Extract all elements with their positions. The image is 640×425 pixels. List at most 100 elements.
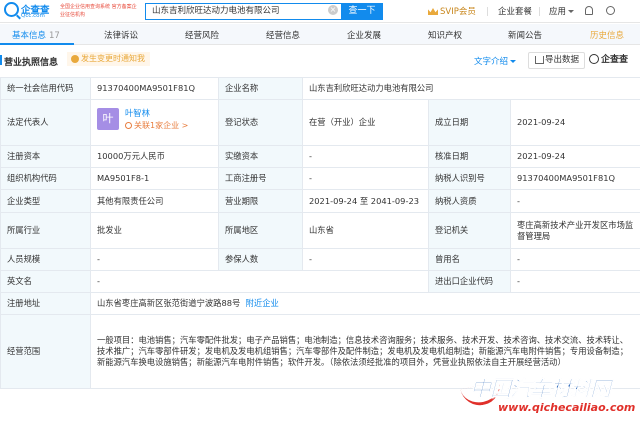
clear-icon[interactable]: × [328,5,338,15]
search-input[interactable]: 山东吉利欣旺达动力电池有限公司 [145,3,341,20]
tab-risk[interactable]: 经营风险 [185,29,219,41]
user-icon[interactable] [606,6,615,15]
field-label: 企业类型 [0,189,91,213]
table-row: 注册资本 10000万元人民币 实缴资本 - 核准日期 2021-09-24 [0,145,640,168]
field-value: - [90,248,219,271]
field-label: 进出口企业代码 [428,270,511,293]
field-label: 统一社会信用代码 [0,77,91,100]
bell-icon[interactable] [585,6,593,15]
chevron-down-icon [510,60,517,63]
field-label: 工商注册号 [218,167,303,190]
brand-mark: 企查查 [589,52,628,65]
avatar[interactable]: 叶 [97,107,119,130]
field-value: MA9501F8-1 [90,167,219,190]
field-label: 组织机构代码 [0,167,91,190]
table-row: 人员规模 - 参保人数 - 曾用名 - [0,248,640,271]
section-accent [0,55,2,65]
nav-divider [539,7,540,16]
field-label: 注册地址 [0,292,91,315]
field-value: - [302,167,429,190]
legal-rep-name[interactable]: 叶智林 [125,108,150,119]
crown-icon [428,8,438,15]
tab-development[interactable]: 企业发展 [347,29,381,41]
address-cell: 山东省枣庄高新区张范街道宁波路88号 附近企业 [89,292,640,315]
field-label: 企业名称 [218,77,303,100]
field-label: 核准日期 [428,145,511,168]
field-value: 山东吉利欣旺达动力电池有限公司 [301,77,640,100]
field-value: 在营（开业）企业 [302,99,429,146]
field-label: 法定代表人 [0,99,91,146]
slogan: 全国企业信用查询系统 官方备案企业征信机构 [60,4,137,18]
tab-ip[interactable]: 知识产权 [428,29,462,41]
field-value: 其他有限责任公司 [90,189,219,213]
tab-history[interactable]: 历史信息 [590,29,624,41]
field-value: 批发业 [90,212,219,249]
field-value: - [509,248,640,271]
field-label: 纳税人资质 [428,189,511,213]
qcc-logo-icon [589,54,599,64]
address-value: 山东省枣庄高新区张范街道宁波路88号 [97,298,241,308]
field-label: 参保人数 [218,248,303,271]
field-value: - [90,270,429,293]
field-label: 登记机关 [428,212,511,249]
tab-news[interactable]: 新闻公告 [508,29,542,41]
nearby-companies-link[interactable]: 附近企业 [246,298,279,308]
field-label: 登记状态 [218,99,303,146]
search-button[interactable]: 查一下 [341,3,383,20]
change-notify-button[interactable]: 发生变更时通知我 [67,52,150,66]
field-label: 所属行业 [0,212,91,249]
field-value: 2021-09-24 [509,99,640,146]
field-value: 山东省 [302,212,429,249]
nav-divider [487,7,488,16]
field-label: 所属地区 [218,212,303,249]
table-row: 所属行业 批发业 所属地区 山东省 登记机关 枣庄高新技术产业开发区市场监督管理… [0,212,640,249]
field-label: 人员规模 [0,248,91,271]
table-row: 法定代表人 叶 叶智林 关联1家企业 > 登记状态 在营（开业）企业 成立日期 … [0,99,640,146]
field-label: 经营范围 [0,314,91,389]
table-row: 企业类型 其他有限责任公司 营业期限 2021-09-24 至 2041-09-… [0,189,640,213]
section-title: 营业执照信息 [4,58,59,68]
tab-operations[interactable]: 经营信息 [266,29,300,41]
field-label: 纳税人识别号 [428,167,511,190]
field-label: 英文名 [0,270,91,293]
tab-basic-info[interactable]: 基本信息 17 [12,29,60,41]
field-label: 营业期限 [218,189,303,213]
field-value: 91370400MA9501F81Q [90,77,219,100]
field-value: 2021-09-24 至 2041-09-23 [302,189,429,213]
tab-legal[interactable]: 法律诉讼 [104,29,138,41]
text-intro-link[interactable]: 文字介绍 [474,55,517,67]
active-tab-indicator [0,43,74,45]
field-value: - [302,145,429,168]
link-icon [125,121,132,129]
export-button[interactable]: 导出数据 [528,52,585,69]
legal-rep-cell: 叶 叶智林 关联1家企业 > [90,99,219,146]
qcc-logo[interactable]: 企查查 Qcc.com [4,2,52,21]
watermark: 中国汽车材料网 www.qichecailiao.com [460,373,636,421]
field-label: 注册资本 [0,145,91,168]
chevron-down-icon [568,10,575,13]
nav-enterprise-package[interactable]: 企业套餐 [498,5,532,17]
svip-link[interactable]: SVIP会员 [428,5,476,17]
table-row: 统一社会信用代码 91370400MA9501F81Q 企业名称 山东吉利欣旺达… [0,77,640,100]
field-value: - [509,270,640,293]
logo-sub: Qcc.com [21,13,45,19]
watermark-url: www.qichecailiao.com [498,401,636,414]
related-companies-link[interactable]: 关联1家企业 > [125,120,188,131]
top-header: 企查查 Qcc.com 全国企业信用查询系统 官方备案企业征信机构 山东吉利欣旺… [0,0,640,23]
table-row: 注册地址 山东省枣庄高新区张范街道宁波路88号 附近企业 [0,292,640,315]
field-value: - [302,248,429,271]
section-tabs: 基本信息 17 法律诉讼 经营风险 经营信息 企业发展 知识产权 新闻公告 历史信… [0,24,640,45]
field-value: 91370400MA9501F81Q [509,167,640,190]
table-row: 英文名 - 进出口企业代码 - [0,270,640,293]
table-row: 组织机构代码 MA9501F8-1 工商注册号 - 纳税人识别号 9137040… [0,167,640,190]
watermark-title: 中国汽车材料网 [470,377,612,402]
field-label: 成立日期 [428,99,511,146]
notify-icon [71,55,79,63]
field-label: 曾用名 [428,248,511,271]
magnifier-logo-icon [4,2,19,17]
field-value: 10000万元人民币 [90,145,219,168]
export-icon [535,56,544,64]
field-value: 2021-09-24 [509,145,640,168]
nav-apps[interactable]: 应用 [549,5,575,17]
field-value: 枣庄高新技术产业开发区市场监督管理局 [509,212,640,249]
